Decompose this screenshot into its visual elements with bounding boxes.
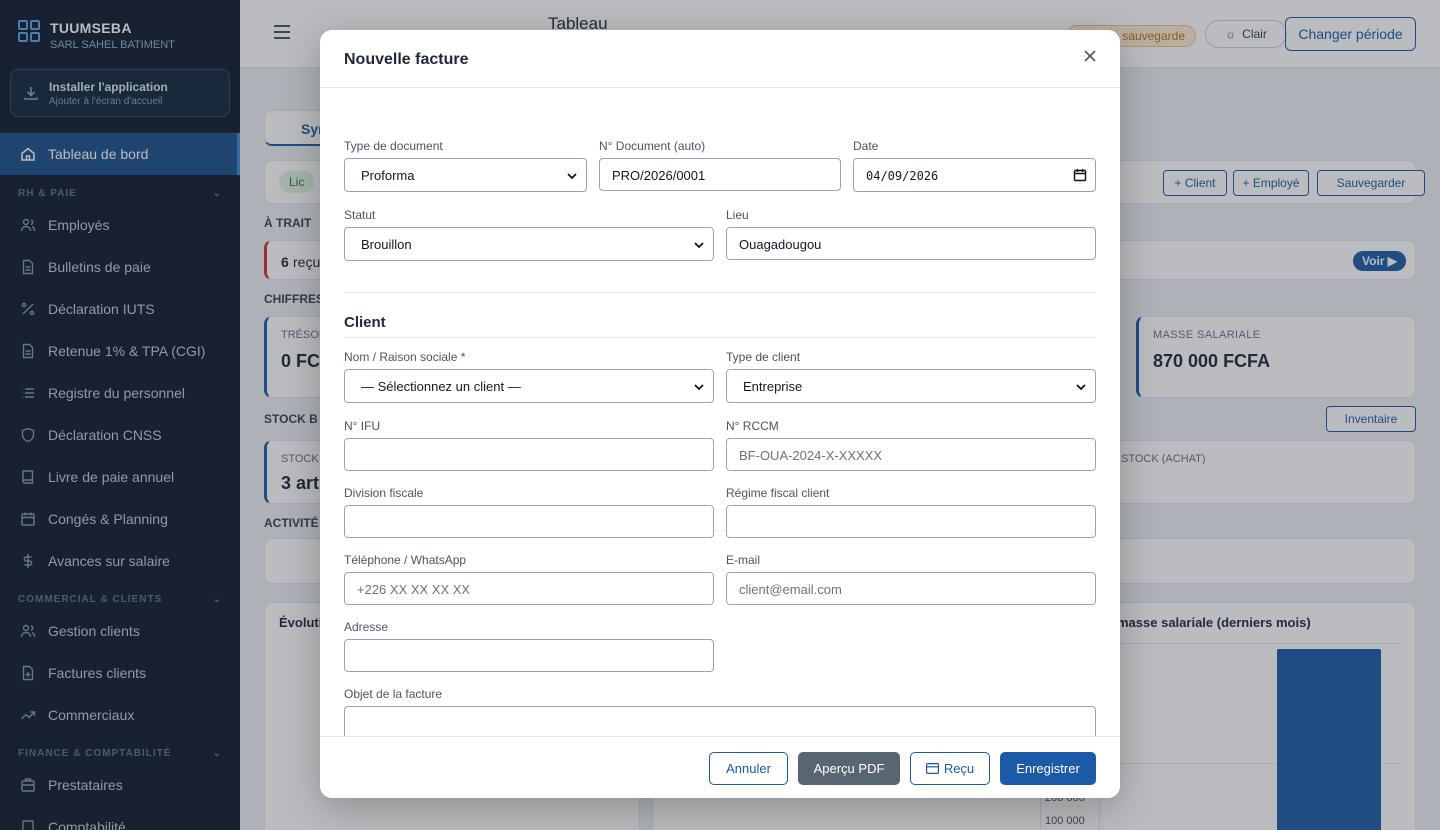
date-label: Date [853, 139, 879, 153]
adresse-input[interactable] [344, 639, 714, 672]
regime-fiscal-input[interactable] [726, 505, 1096, 538]
rccm-label: N° RCCM [726, 419, 779, 433]
select-value: Proforma [361, 167, 415, 183]
modal-header: Nouvelle facture [320, 30, 1120, 88]
select-value: Brouillon [361, 236, 412, 252]
rccm-input[interactable]: BF-OUA-2024-X-XXXXX [726, 438, 1096, 471]
button-label: Reçu [943, 761, 975, 776]
chevron-down-icon [694, 242, 704, 249]
input-placeholder: BF-OUA-2024-X-XXXXX [739, 448, 883, 463]
type-client-select[interactable]: Entreprise [726, 369, 1096, 403]
statut-label: Statut [344, 208, 376, 222]
input-placeholder: +226 XX XX XX XX [357, 582, 471, 597]
type-document-select[interactable]: Proforma [344, 158, 587, 192]
objet-input[interactable] [344, 706, 1096, 736]
ifu-input[interactable] [344, 438, 714, 471]
ifu-label: N° IFU [344, 419, 381, 433]
division-fiscale-label: Division fiscale [344, 486, 424, 500]
email-label: E-mail [726, 553, 761, 567]
client-section-title: Client [344, 314, 386, 331]
cancel-button[interactable]: Annuler [709, 752, 788, 785]
objet-label: Objet de la facture [344, 687, 443, 701]
preview-pdf-button[interactable]: Aperçu PDF [798, 752, 900, 785]
input-value: 04/09/2026 [866, 169, 939, 183]
save-invoice-button[interactable]: Enregistrer [1000, 752, 1096, 785]
select-value: — Sélectionnez un client — [361, 378, 521, 394]
division-fiscale-input[interactable] [344, 505, 714, 538]
divider [344, 292, 1096, 293]
nom-label: Nom / Raison sociale * [344, 350, 466, 364]
lieu-label: Lieu [726, 208, 749, 222]
modal-body: Type de document Proforma N° Document (a… [320, 88, 1120, 736]
doc-number-input[interactable]: PRO/2026/0001 [599, 158, 841, 191]
date-input[interactable]: 04/09/2026 [853, 158, 1096, 192]
telephone-label: Téléphone / WhatsApp [344, 553, 467, 567]
chevron-down-icon [694, 384, 704, 391]
chevron-down-icon [567, 173, 577, 180]
input-value: Ouagadougou [739, 237, 822, 252]
credit-card-icon [925, 763, 939, 774]
receipt-button[interactable]: Reçu [910, 752, 990, 785]
select-value: Entreprise [743, 378, 803, 394]
email-input[interactable]: client@email.com [726, 572, 1096, 605]
client-select[interactable]: — Sélectionnez un client — [344, 369, 714, 403]
doc-number-label: N° Document (auto) [599, 139, 706, 153]
modal-title: Nouvelle facture [344, 51, 469, 68]
regime-fiscal-label: Régime fiscal client [726, 486, 830, 500]
calendar-icon[interactable] [1073, 168, 1087, 182]
statut-select[interactable]: Brouillon [344, 227, 714, 261]
close-icon[interactable] [1082, 48, 1098, 64]
modal-footer: Annuler Aperçu PDF Reçu Enregistrer [320, 736, 1120, 798]
new-invoice-modal: Nouvelle facture Type de document Profor… [320, 30, 1120, 798]
chevron-down-icon [1076, 384, 1086, 391]
input-placeholder: client@email.com [739, 582, 842, 597]
type-document-label: Type de document [344, 139, 443, 153]
telephone-input[interactable]: +226 XX XX XX XX [344, 572, 714, 605]
type-client-label: Type de client [726, 350, 801, 364]
lieu-input[interactable]: Ouagadougou [726, 227, 1096, 260]
divider [344, 337, 1096, 338]
adresse-label: Adresse [344, 620, 389, 634]
input-value: PRO/2026/0001 [612, 168, 706, 183]
